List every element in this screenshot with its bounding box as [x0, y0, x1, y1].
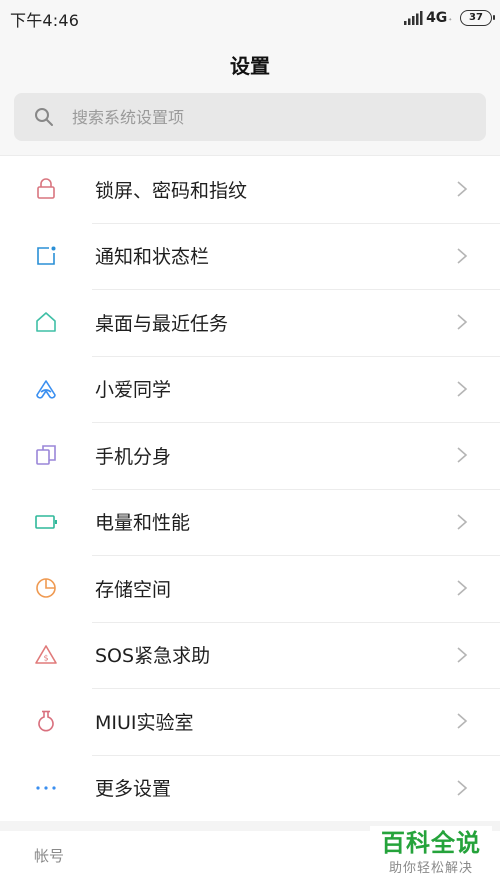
settings-item-notifications[interactable]: 通知和状态栏 [0, 222, 500, 290]
chevron-right-icon [457, 314, 468, 330]
chevron-right-icon [457, 447, 468, 463]
chevron-right-icon [457, 647, 468, 663]
storage-icon [36, 578, 56, 599]
settings-item-label: 电量和性能 [95, 512, 191, 535]
settings-item-home-screen[interactable]: 桌面与最近任务 [0, 289, 500, 356]
watermark: 百科全说 助你轻松解决 [370, 826, 492, 886]
xiaoai-icon [36, 379, 56, 399]
lab-flask-icon [38, 710, 54, 732]
lock-icon [37, 178, 55, 200]
network-activity-icon: ⁺ [448, 17, 452, 25]
settings-item-battery[interactable]: 电量和性能 [0, 488, 500, 556]
settings-item-sos[interactable]: $ SOS紧急求助 [0, 621, 500, 689]
chevron-right-icon [457, 248, 468, 264]
chevron-right-icon [457, 381, 468, 397]
notification-icon [37, 246, 56, 265]
settings-item-second-space[interactable]: 手机分身 [0, 422, 500, 489]
chevron-right-icon [457, 181, 468, 197]
chevron-right-icon [457, 780, 468, 796]
more-dots-icon [36, 786, 56, 790]
signal-icon [404, 11, 423, 25]
chevron-right-icon [457, 580, 468, 596]
search-input[interactable] [72, 107, 452, 127]
settings-item-label: MIUI实验室 [95, 711, 194, 734]
svg-text:$: $ [43, 653, 48, 662]
status-time: 下午4:46 [10, 11, 80, 30]
chevron-right-icon [457, 713, 468, 729]
second-space-icon [36, 445, 56, 466]
watermark-subtitle: 助你轻松解决 [388, 861, 473, 876]
search-bar[interactable] [14, 93, 486, 141]
settings-item-label: 通知和状态栏 [95, 246, 210, 269]
page-title: 设置 [230, 54, 270, 78]
settings-item-label: 锁屏、密码和指纹 [95, 179, 248, 202]
settings-item-more[interactable]: 更多设置 [0, 754, 500, 822]
settings-item-lockscreen[interactable]: 锁屏、密码和指纹 [0, 156, 500, 223]
battery-icon: 37 [460, 10, 495, 26]
settings-item-miui-lab[interactable]: MIUI实验室 [0, 688, 500, 755]
settings-item-label: SOS紧急求助 [95, 645, 211, 668]
network-type: 4G [426, 10, 448, 26]
search-icon [35, 108, 53, 126]
settings-item-label: 存储空间 [95, 578, 172, 601]
watermark-title: 百科全说 [381, 829, 481, 857]
battery-performance-icon [35, 514, 57, 529]
home-icon [36, 312, 56, 333]
section-header-account: 帐号 [34, 847, 65, 865]
status-bar: 下午4:46 4G ⁺ 37 [0, 0, 500, 36]
battery-level: 37 [469, 12, 483, 23]
settings-list: 锁屏、密码和指纹 通知和状态栏 桌面与最近任务 小爱同学 手机分身 电量和性能 … [0, 155, 500, 821]
settings-item-label: 小爱同学 [95, 379, 172, 402]
settings-item-label: 更多设置 [95, 778, 172, 801]
status-indicators: 4G ⁺ 37 [403, 8, 495, 28]
settings-item-xiaoai[interactable]: 小爱同学 [0, 355, 500, 423]
settings-item-label: 手机分身 [95, 445, 172, 468]
settings-item-label: 桌面与最近任务 [95, 312, 229, 335]
sos-icon: $ [35, 644, 57, 664]
chevron-right-icon [457, 514, 468, 530]
settings-item-storage[interactable]: 存储空间 [0, 555, 500, 622]
